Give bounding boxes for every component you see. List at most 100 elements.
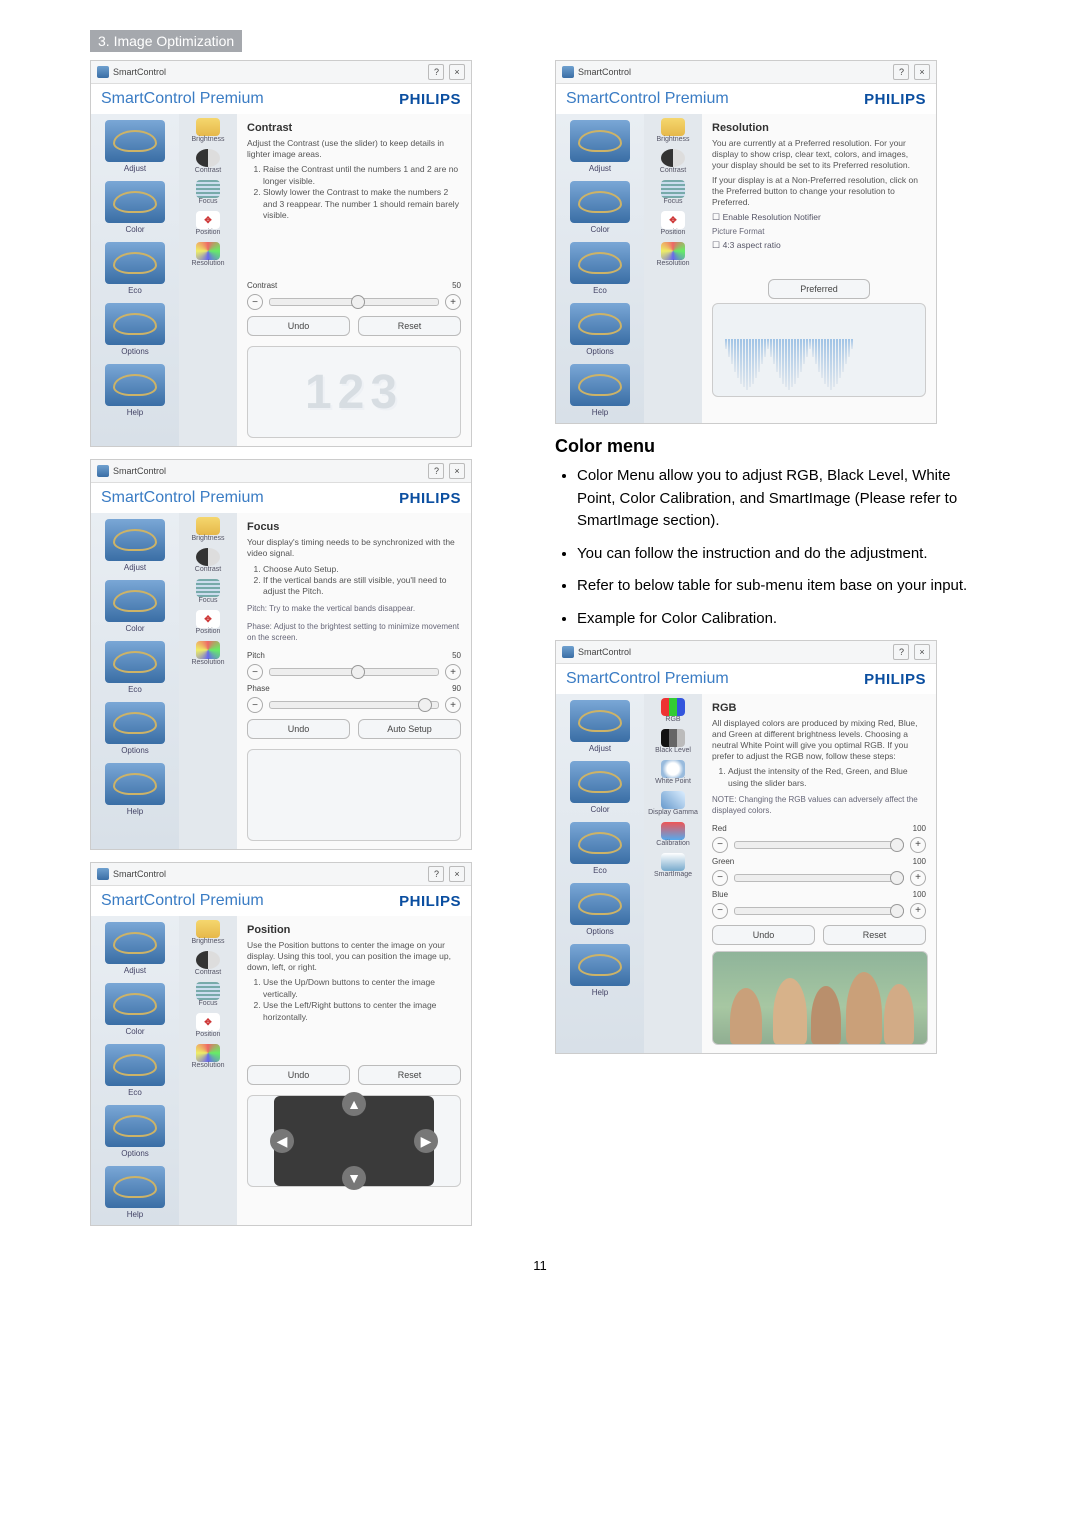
resolution-icon[interactable] [196,242,220,260]
contrast-icon[interactable] [196,548,220,566]
panel-contrast: SmartControl ? × SmartControl Premium PH… [90,60,472,447]
help-icon[interactable]: ? [428,463,444,479]
sidebar-eco[interactable]: Eco [593,286,607,295]
red-slider[interactable] [734,841,904,849]
sidebar-adjust[interactable]: Adjust [124,164,146,173]
help-icon[interactable]: ? [428,64,444,80]
sidebar-options[interactable]: Options [121,746,149,755]
close-icon[interactable]: × [449,866,465,882]
focus-icon[interactable] [196,982,220,1000]
sidebar-color[interactable]: Color [125,624,144,633]
brightness-icon[interactable] [661,118,685,136]
sidebar-adjust[interactable]: Adjust [124,966,146,975]
phase-slider[interactable] [269,701,439,709]
focus-icon[interactable] [196,579,220,597]
contrast-icon[interactable] [196,149,220,167]
black-level-icon[interactable] [661,729,685,747]
help-icon[interactable]: ? [893,644,909,660]
preferred-button[interactable]: Preferred [768,279,870,299]
position-icon[interactable]: ✥ [196,211,220,229]
sidebar-eco[interactable]: Eco [593,866,607,875]
position-icon[interactable]: ✥ [196,610,220,628]
enable-notifier-checkbox[interactable]: Enable Resolution Notifier [712,212,926,223]
help-icon[interactable]: ? [893,64,909,80]
note-phase: Phase: Adjust to the brightest setting t… [247,622,461,643]
sidebar-adjust[interactable]: Adjust [589,744,611,753]
green-slider[interactable] [734,874,904,882]
sidebar-adjust[interactable]: Adjust [124,563,146,572]
sidebar-options[interactable]: Options [586,347,614,356]
blue-slider[interactable] [734,907,904,915]
down-button[interactable]: ▼ [342,1166,366,1190]
reset-button[interactable]: Reset [358,316,461,336]
rgb-icon[interactable] [661,698,685,716]
undo-button[interactable]: Undo [247,316,350,336]
plus-button[interactable]: + [910,903,926,919]
color-menu-bullets: Color Menu allow you to adjust RGB, Blac… [555,465,990,630]
undo-button[interactable]: Undo [247,1065,350,1085]
sidebar-options[interactable]: Options [121,1149,149,1158]
reset-button[interactable]: Reset [823,925,926,945]
gamma-icon[interactable] [661,791,685,809]
up-button[interactable]: ▲ [342,1092,366,1116]
sidebar-eco[interactable]: Eco [128,286,142,295]
white-point-icon[interactable] [661,760,685,778]
plus-button[interactable]: + [910,837,926,853]
calibration-icon[interactable] [661,822,685,840]
preview-people [712,951,928,1045]
aspect-ratio-checkbox[interactable]: 4:3 aspect ratio [712,240,926,251]
sidebar-eco[interactable]: Eco [128,1088,142,1097]
right-button[interactable]: ▶ [414,1129,438,1153]
reset-button[interactable]: Reset [358,1065,461,1085]
contrast-slider[interactable] [269,298,439,306]
plus-button[interactable]: + [910,870,926,886]
resolution-icon[interactable] [196,641,220,659]
preview-resolution [712,303,926,397]
resolution-icon[interactable] [661,242,685,260]
help-icon[interactable]: ? [428,866,444,882]
minus-button[interactable]: − [247,294,263,310]
resolution-icon[interactable] [196,1044,220,1062]
plus-button[interactable]: + [445,294,461,310]
undo-button[interactable]: Undo [712,925,815,945]
sidebar-color[interactable]: Color [590,805,609,814]
sidebar-help[interactable]: Help [127,408,143,417]
brightness-icon[interactable] [196,920,220,938]
sidebar-help[interactable]: Help [592,408,608,417]
plus-button[interactable]: + [445,664,461,680]
focus-icon[interactable] [661,180,685,198]
close-icon[interactable]: × [914,644,930,660]
titlebar-text: SmartControl [113,67,166,77]
minus-button[interactable]: − [712,903,728,919]
close-icon[interactable]: × [449,463,465,479]
position-icon[interactable]: ✥ [661,211,685,229]
pitch-slider[interactable] [269,668,439,676]
contrast-icon[interactable] [661,149,685,167]
auto-setup-button[interactable]: Auto Setup [358,719,461,739]
undo-button[interactable]: Undo [247,719,350,739]
sidebar-help[interactable]: Help [127,1210,143,1219]
plus-button[interactable]: + [445,697,461,713]
sidebar-help[interactable]: Help [127,807,143,816]
sidebar-adjust[interactable]: Adjust [589,164,611,173]
sidebar-help[interactable]: Help [592,988,608,997]
contrast-icon[interactable] [196,951,220,969]
sidebar-options[interactable]: Options [121,347,149,356]
sidebar-options[interactable]: Options [586,927,614,936]
minus-button[interactable]: − [247,664,263,680]
minus-button[interactable]: − [712,837,728,853]
brightness-icon[interactable] [196,517,220,535]
smartimage-icon[interactable] [661,853,685,871]
close-icon[interactable]: × [914,64,930,80]
sidebar-color[interactable]: Color [125,1027,144,1036]
left-button[interactable]: ◀ [270,1129,294,1153]
focus-icon[interactable] [196,180,220,198]
minus-button[interactable]: − [712,870,728,886]
sidebar-eco[interactable]: Eco [128,685,142,694]
sidebar-color[interactable]: Color [125,225,144,234]
close-icon[interactable]: × [449,64,465,80]
minus-button[interactable]: − [247,697,263,713]
brightness-icon[interactable] [196,118,220,136]
position-icon[interactable]: ✥ [196,1013,220,1031]
sidebar-color[interactable]: Color [590,225,609,234]
